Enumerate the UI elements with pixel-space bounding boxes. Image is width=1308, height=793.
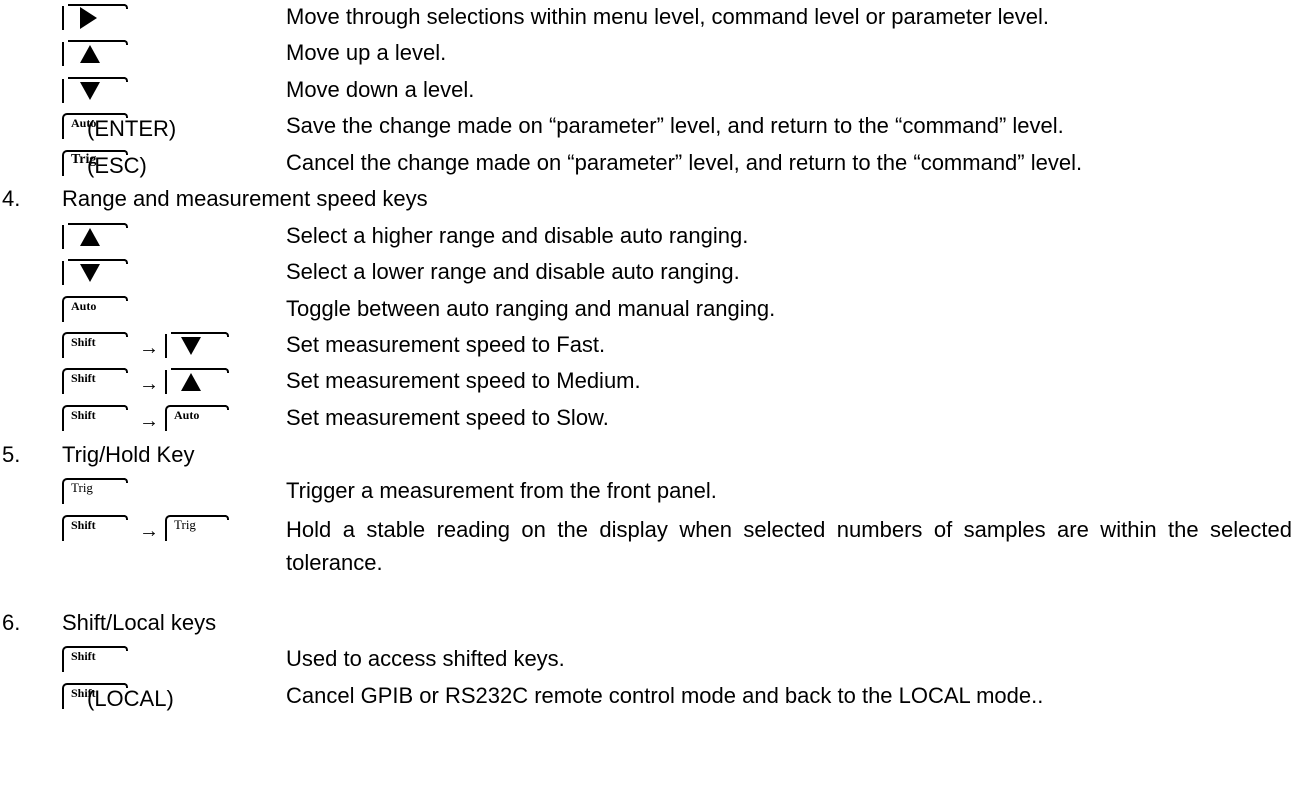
arrow-icon: → [139,373,159,395]
section-heading: 4. Range and measurement speed keys [0,184,1308,222]
key-label: Auto [174,408,200,422]
shift-key: Shift [62,646,128,672]
key-row: Shift (LOCAL) Cancel GPIB or RS232C remo… [0,681,1308,719]
section-heading: 6. Shift/Local keys [0,608,1308,646]
right-triangle-icon [80,7,97,29]
key-row: Trig (ESC) Cancel the change made on “pa… [0,148,1308,186]
key-description: Cancel GPIB or RS232C remote control mod… [286,683,1044,708]
key-description: Used to access shifted keys. [286,646,565,671]
key-row: Move down a level. [0,75,1308,113]
key-row: Move up a level. [0,38,1308,76]
key-row: Shift → Trig Hold a stable reading on th… [0,513,1308,585]
key-row: Select a higher range and disable auto r… [0,221,1308,259]
key-row: Auto (ENTER) Save the change made on “pa… [0,111,1308,149]
key-label: Shift [71,649,96,663]
arrow-icon: → [139,410,159,432]
key-suffix: (ENTER) [87,116,177,141]
manual-page: { "nav_keys": [ {"desc": "Move through s… [0,0,1308,793]
up-triangle-icon [80,228,100,246]
shift-key: Shift [62,515,128,541]
section-number: 4. [2,186,21,211]
shift-key: Shift [62,405,128,431]
auto-key: Auto [165,405,229,431]
key-row: Shift Used to access shifted keys. [0,644,1308,682]
down-key [62,77,128,103]
arrow-icon: → [139,520,159,542]
key-description: Set measurement speed to Slow. [286,405,609,430]
key-row: Shift → Auto Set measurement speed to Sl… [0,403,1308,441]
key-row: Trig Trigger a measurement from the fron… [0,476,1308,514]
shift-key: Shift [62,332,128,358]
key-description: Toggle between auto ranging and manual r… [286,296,776,321]
section-heading: 5. Trig/Hold Key [0,440,1308,478]
section-title: Trig/Hold Key [62,442,195,467]
up-key [165,368,229,394]
up-triangle-icon [181,373,201,391]
up-triangle-icon [80,45,100,63]
key-suffix: (LOCAL) [87,686,174,711]
down-triangle-icon [181,337,201,355]
section-title: Range and measurement speed keys [62,186,428,211]
auto-key: Auto [62,296,128,322]
key-description: Select a higher range and disable auto r… [286,223,749,248]
key-description: Save the change made on “parameter” leve… [286,113,1064,138]
key-label: Trig [174,517,196,532]
section-title: Shift/Local keys [62,610,217,635]
section-number: 5. [2,442,21,467]
key-description: Move through selections within menu leve… [286,4,1050,29]
down-key [62,259,128,285]
key-suffix: (ESC) [87,153,147,178]
arrow-icon: → [139,337,159,359]
key-label: Shift [71,408,96,422]
key-description: Trigger a measurement from the front pan… [286,478,717,503]
right-key [62,4,128,30]
key-row: Shift → Set measurement speed to Medium. [0,366,1308,404]
key-label: Shift [71,518,96,532]
key-description: Set measurement speed to Fast. [286,332,606,357]
key-label: Auto [71,299,97,313]
key-label: Shift [71,335,96,349]
key-label: Trig [71,480,93,495]
trig-key: Trig [165,515,229,541]
up-key [62,223,128,249]
down-triangle-icon [80,264,100,282]
key-row: Move through selections within menu leve… [0,2,1308,40]
key-description: Cancel the change made on “parameter” le… [286,150,1083,175]
down-triangle-icon [80,82,100,100]
down-key [165,332,229,358]
key-description: Move up a level. [286,40,447,65]
up-key [62,40,128,66]
trig-key: Trig [62,478,128,504]
key-label: Shift [71,371,96,385]
key-row: Shift → Set measurement speed to Fast. [0,330,1308,368]
section-number: 6. [2,610,21,635]
key-row: Select a lower range and disable auto ra… [0,257,1308,295]
shift-key: Shift [62,368,128,394]
key-description: Move down a level. [286,77,475,102]
key-row: Auto Toggle between auto ranging and man… [0,294,1308,332]
key-description: Select a lower range and disable auto ra… [286,259,740,284]
key-description: Hold a stable reading on the display whe… [286,517,1292,575]
key-description: Set measurement speed to Medium. [286,368,641,393]
